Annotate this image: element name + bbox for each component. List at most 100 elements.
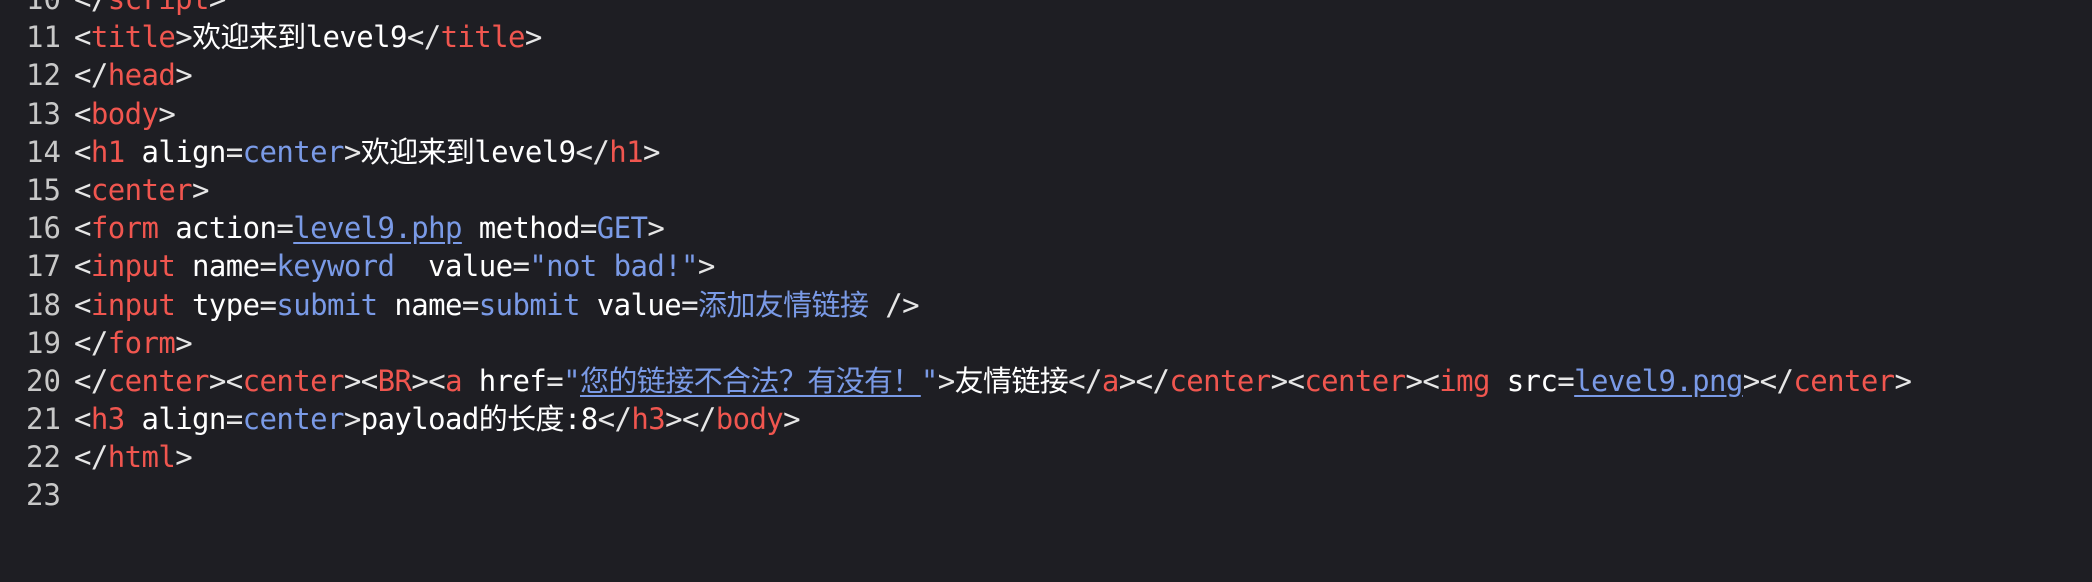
code-content[interactable]: <h3 align=center>payload的长度:8</h3></body… [74, 400, 801, 438]
punctuation-token: < [74, 134, 91, 169]
punctuation-token: < [74, 96, 91, 131]
line-number: 11 [26, 20, 61, 55]
tag-name-token: center [1304, 363, 1406, 398]
attribute-value-token: 添加友情链接 [697, 287, 869, 322]
punctuation-token: > [1118, 363, 1136, 398]
tag-name-token: body [715, 402, 784, 437]
code-content[interactable]: <h1 align=center>欢迎来到level9</h1> [74, 133, 660, 171]
tag-name-token: h1 [609, 134, 643, 169]
attribute-name-token: name [175, 249, 260, 284]
code-content[interactable]: </script> [74, 0, 226, 18]
punctuation-token: </ [575, 134, 610, 169]
code-content[interactable]: <body> [74, 95, 176, 133]
punctuation-token: < [74, 402, 91, 437]
punctuation-token: </ [74, 0, 108, 16]
tag-name-token: a [445, 363, 462, 398]
line-number: 12 [26, 58, 61, 93]
attribute-value-token: " [563, 363, 580, 398]
code-line[interactable]: 12 </head> [0, 56, 2092, 94]
attribute-value-token: center [242, 402, 345, 437]
attribute-value-token: submit [478, 287, 581, 322]
punctuation-token: = [512, 249, 530, 284]
attribute-name-token: name [377, 287, 462, 322]
line-number: 10 [0, 0, 74, 18]
tag-name-token: center [90, 172, 193, 207]
code-content[interactable]: <center> [74, 171, 210, 209]
line-number: 21 [26, 402, 61, 437]
punctuation-token: = [461, 287, 479, 322]
punctuation-token: = [259, 287, 277, 322]
line-number: 19 [26, 325, 61, 360]
tag-name-token: html [107, 440, 176, 475]
line-number: 20 [26, 363, 61, 398]
attribute-name-token: type [175, 287, 260, 322]
punctuation-token: </ [681, 402, 716, 437]
source-code-view[interactable]: 10</script>11<title>欢迎来到level9</title>12… [0, 0, 2092, 515]
punctuation-token: = [546, 363, 564, 398]
punctuation-token: > [937, 363, 955, 398]
line-number: 16 [26, 211, 61, 246]
code-line[interactable]: 17 <input name=keyword value="not bad!"> [0, 247, 2092, 285]
punctuation-token: > [175, 440, 193, 475]
punctuation-token: = [276, 211, 294, 246]
punctuation-token: </ [1068, 363, 1102, 398]
punctuation-token: </ [1759, 363, 1794, 398]
code-content[interactable]: <title>欢迎来到level9</title> [74, 18, 542, 56]
punctuation-token: < [225, 363, 243, 398]
code-line[interactable]: 19 </form> [0, 324, 2092, 362]
tag-name-token: center [1793, 363, 1895, 398]
code-line[interactable]: 10</script> [0, 0, 2092, 18]
tag-name-token: a [1101, 363, 1119, 398]
code-content[interactable]: <input name=keyword value="not bad!"> [74, 247, 715, 285]
code-line[interactable]: 22 </html> [0, 438, 2092, 476]
link-token[interactable]: 您的链接不合法？有没有！ [580, 364, 921, 398]
punctuation-token: > [209, 0, 226, 16]
code-line[interactable]: 15 <center> [0, 171, 2092, 209]
code-line[interactable]: 20 </center><center><BR><a href="您的链接不合法？… [0, 362, 2092, 400]
link-token[interactable]: level9.png [1574, 364, 1743, 398]
code-content[interactable]: </head> [74, 56, 193, 94]
punctuation-token: < [74, 172, 91, 207]
punctuation-token: = [681, 287, 698, 322]
code-line[interactable]: 13 <body> [0, 95, 2092, 133]
code-content[interactable]: </form> [74, 324, 193, 362]
punctuation-token: </ [1135, 363, 1170, 398]
punctuation-token: = [225, 134, 243, 169]
punctuation-token: </ [74, 58, 108, 93]
punctuation-token: = [225, 402, 243, 437]
punctuation-token: > [343, 363, 361, 398]
code-line[interactable]: 14 <h1 align=center>欢迎来到level9</h1> [0, 133, 2092, 171]
punctuation-token: > [1742, 363, 1760, 398]
code-content[interactable]: </html> [74, 438, 193, 476]
code-content[interactable]: <input type=submit name=submit value=添加友… [74, 286, 920, 324]
punctuation-token: < [1422, 363, 1440, 398]
code-content[interactable]: </center><center><BR><a href="您的链接不合法？有没… [74, 362, 1912, 400]
code-line[interactable]: 18 <input type=submit name=submit value=添… [0, 286, 2092, 324]
attribute-name-token: value [394, 249, 513, 284]
punctuation-token: > [642, 134, 660, 169]
text-token: 欢迎来到level9 [192, 20, 407, 55]
code-content[interactable]: <form action=level9.php method=GET> [74, 209, 665, 247]
punctuation-token: </ [74, 325, 108, 360]
link-token[interactable]: level9.php [293, 211, 462, 245]
punctuation-token: < [428, 363, 446, 398]
punctuation-token: > [192, 172, 209, 207]
tag-name-token: h3 [631, 402, 666, 437]
attribute-name-token: action [158, 211, 277, 246]
code-line[interactable]: 16 <form action=level9.php method=GET> [0, 209, 2092, 247]
attribute-name-token: src [1489, 363, 1558, 398]
line-number: 22 [26, 440, 61, 475]
punctuation-token: = [259, 249, 277, 284]
attribute-value-token: keyword [276, 249, 395, 284]
punctuation-token: > [411, 363, 429, 398]
punctuation-token: > [175, 58, 193, 93]
tag-name-token: h3 [90, 402, 125, 437]
punctuation-token: < [74, 211, 91, 246]
tag-name-token: center [242, 363, 345, 398]
code-line[interactable]: 23 [0, 476, 2092, 514]
punctuation-token: > [175, 325, 193, 360]
code-line[interactable]: 11 <title>欢迎来到level9</title> [0, 18, 2092, 56]
punctuation-token: /> [868, 287, 919, 322]
code-line[interactable]: 21 <h3 align=center>payload的长度:8</h3></bo… [0, 400, 2092, 438]
tag-name-token: title [90, 20, 176, 55]
